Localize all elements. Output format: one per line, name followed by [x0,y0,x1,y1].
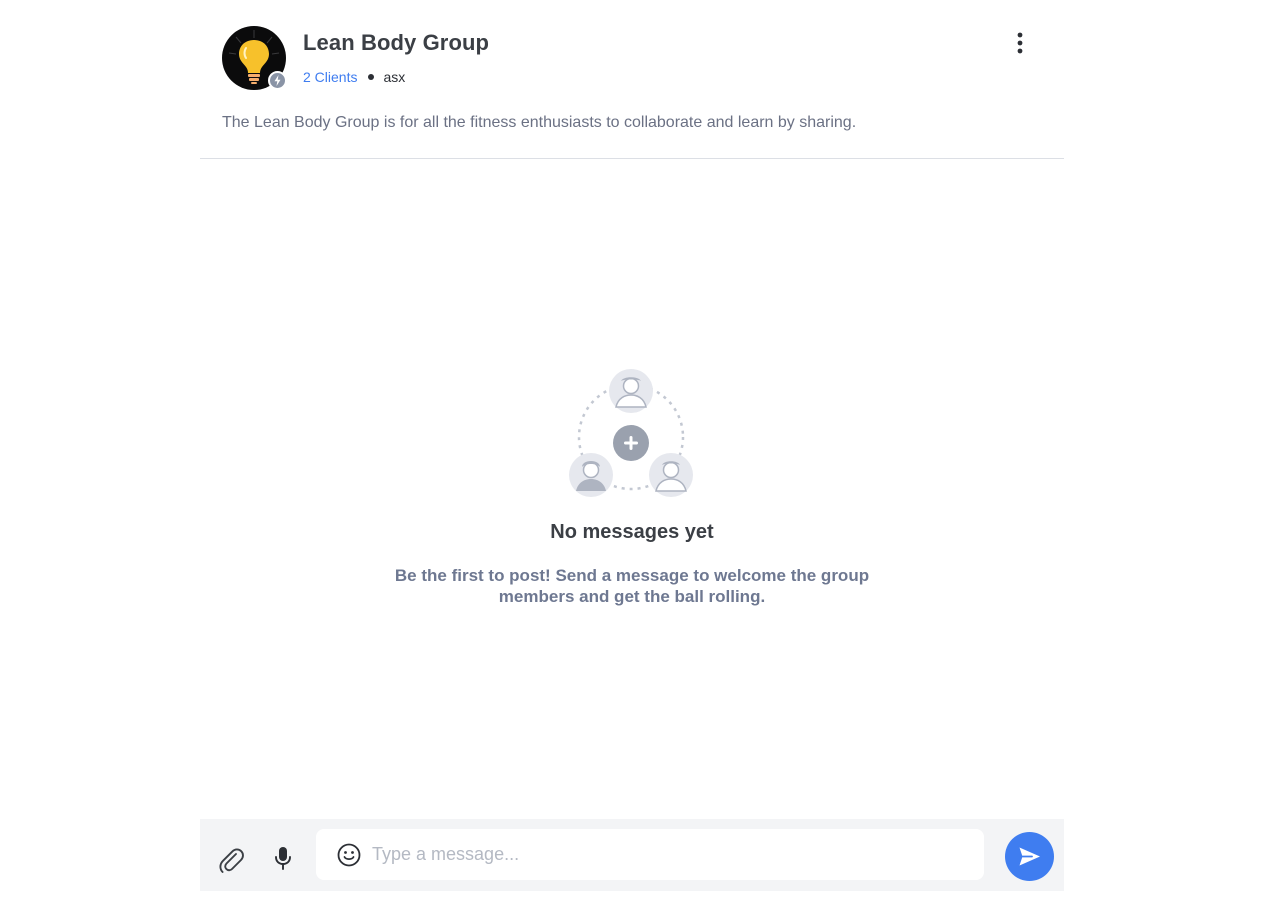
message-composer [200,819,1064,891]
group-name: Lean Body Group [303,30,490,55]
microphone-icon[interactable] [272,845,294,871]
message-input[interactable] [370,837,966,871]
group-chat-panel: Lean Body Group 2 Clients asx The Lean B… [200,0,1064,906]
group-description: The Lean Body Group is for all the fitne… [222,114,857,131]
lightning-bolt-icon [268,71,287,90]
group-header: Lean Body Group 2 Clients asx The Lean B… [200,0,1064,159]
empty-state-subtitle: Be the first to post! Send a message to … [394,566,870,606]
send-arrow-icon[interactable] [1005,832,1054,881]
separator-dot [368,74,375,80]
clients-count-link[interactable]: 2 Clients [303,69,357,85]
message-box [316,829,984,880]
group-meta: 2 Clients asx [303,67,405,87]
empty-state: No messages yet Be the first to post! Se… [200,159,1064,819]
empty-state-title: No messages yet [550,521,714,543]
group-owner: asx [383,69,406,85]
group-avatar[interactable] [222,26,287,90]
group-members-plus-icon [566,367,696,501]
more-vertical-icon[interactable] [1008,30,1032,56]
smiley-icon[interactable] [336,842,362,868]
paperclip-icon[interactable] [216,845,246,875]
